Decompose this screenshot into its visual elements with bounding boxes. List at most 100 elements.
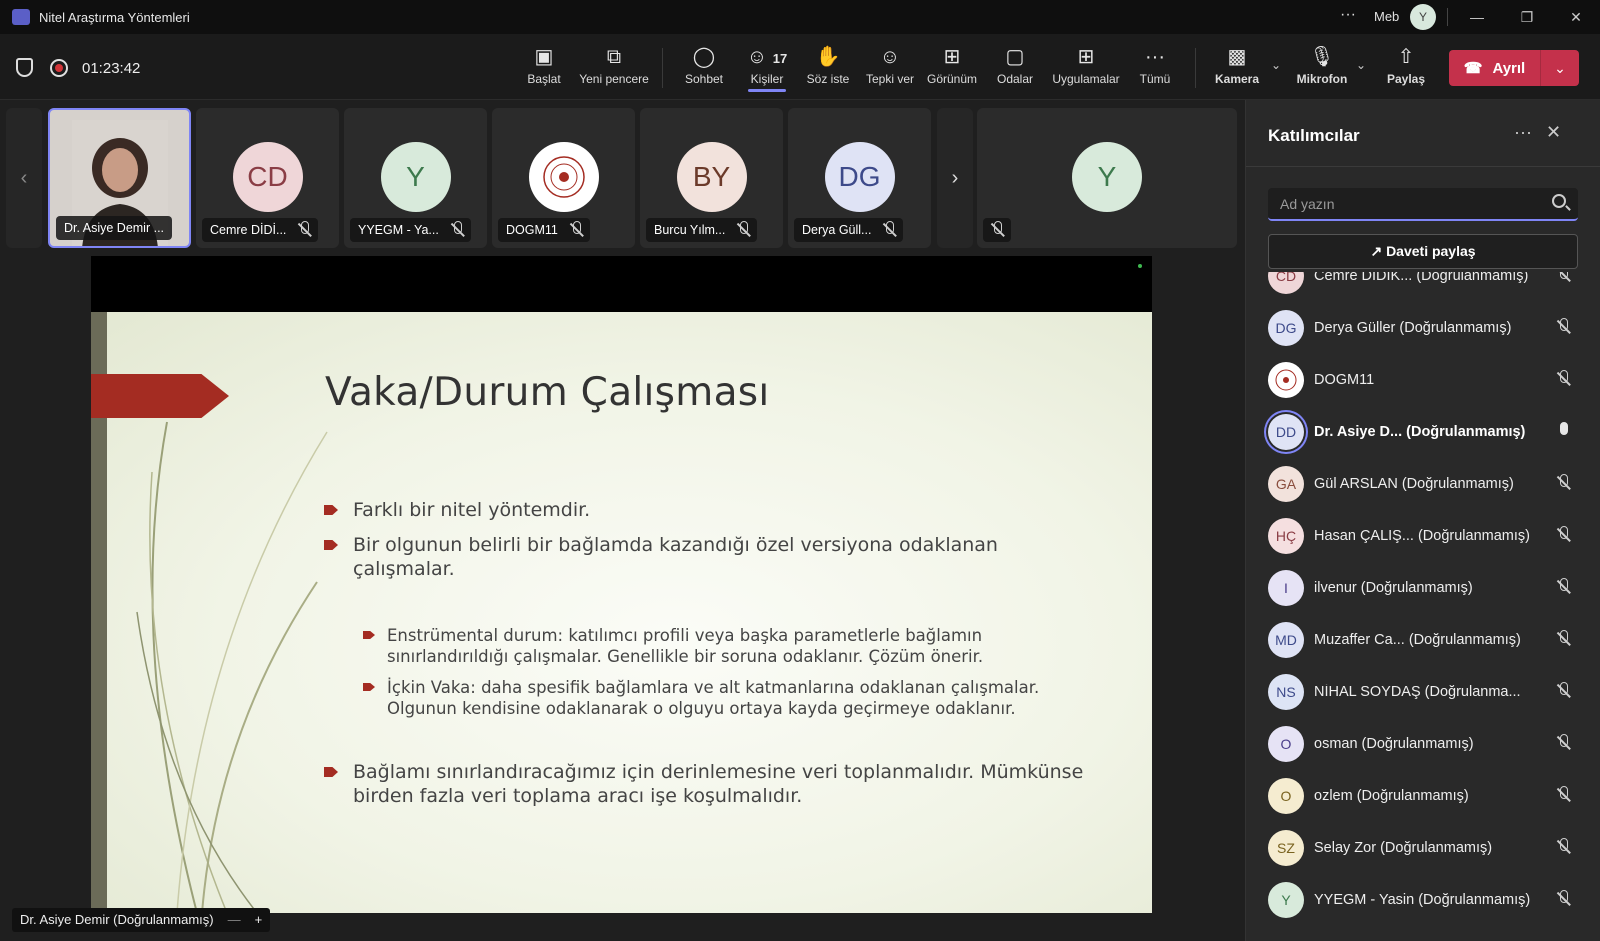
panel-more-icon[interactable]: ···: [1514, 122, 1532, 143]
apps-icon: ⊞: [1077, 46, 1095, 68]
apps-button[interactable]: ⊞ Uygulamalar: [1050, 44, 1122, 94]
raise-hand-button[interactable]: ✋ Söz iste: [805, 44, 851, 94]
list-item[interactable]: MD Muzaffer Ca... (Doğrulanmamış): [1268, 614, 1578, 666]
org-name[interactable]: Meb: [1374, 9, 1399, 24]
avatar: Y: [1072, 142, 1142, 212]
security-shield-icon[interactable]: [16, 58, 33, 77]
video-tile[interactable]: DOGM11: [492, 108, 635, 248]
list-item[interactable]: O ozlem (Doğrulanmamış): [1268, 770, 1578, 822]
avatar: DG: [824, 142, 895, 212]
people-icon: ☺: [746, 46, 768, 68]
mic-off-icon: [1557, 317, 1569, 336]
participant-name: Derya Güller (Doğrulanmamış): [1314, 320, 1512, 336]
list-item[interactable]: Y YYEGM - Yasin (Doğrulanmamış): [1268, 874, 1578, 926]
presenter-name: Dr. Asiye Demir (Doğrulanmamış): [20, 912, 214, 927]
participants-panel: Katılımcılar ··· ✕ ↗ Daveti paylaş CD Ce…: [1245, 100, 1600, 941]
mic-off-icon: [1557, 681, 1569, 700]
camera-button[interactable]: ▩ Kamera: [1213, 44, 1261, 94]
list-item[interactable]: I ilvenur (Doğrulanmamış): [1268, 562, 1578, 614]
video-tile[interactable]: BY Burcu Yılm...: [640, 108, 783, 248]
slide-sub-bullet: Enstrümental durum: katılımcı profili ve…: [387, 625, 1107, 667]
mic-options-chevron-icon[interactable]: ⌄: [1356, 58, 1366, 72]
mic-off-icon: [991, 221, 1003, 239]
mic-off-icon: [737, 221, 749, 239]
avatar: CD: [232, 142, 303, 212]
list-item[interactable]: SZ Selay Zor (Doğrulanmamış): [1268, 822, 1578, 874]
react-button[interactable]: ☺ Tepki ver: [864, 44, 916, 94]
gallery-prev-chevron-icon[interactable]: ‹: [6, 108, 42, 248]
gallery-next-chevron-icon[interactable]: ›: [937, 108, 973, 248]
share-icon: ⇧: [1397, 46, 1415, 68]
mic-off-icon: [883, 221, 895, 239]
window-title: Nitel Araştırma Yöntemleri: [39, 10, 190, 25]
minimize-icon[interactable]: —: [1466, 6, 1488, 28]
video-tile[interactable]: Y: [977, 108, 1237, 248]
participant-name: DOGM11: [1314, 372, 1375, 388]
people-button[interactable]: ☺ 17 Kişiler: [744, 44, 790, 94]
list-item-active-speaker[interactable]: DD Dr. Asiye D... (Doğrulanmamış): [1268, 406, 1578, 458]
new-window-button[interactable]: ⧉ Yeni pencere: [578, 44, 650, 94]
avatar: O: [1268, 726, 1304, 762]
rooms-button[interactable]: ▢ Odalar: [993, 44, 1037, 94]
mic-off-icon: [1557, 733, 1569, 752]
slide-bullet: Bağlamı sınırlandıracağımız için derinle…: [353, 760, 1113, 808]
list-item[interactable]: DOGM11: [1268, 354, 1578, 406]
share-invite-button[interactable]: ↗ Daveti paylaş: [1268, 234, 1578, 269]
meb-logo-avatar: [1268, 362, 1304, 398]
video-tile[interactable]: DG Derya Güll...: [788, 108, 931, 248]
leave-button-group: ☎ Ayrıl ⌄: [1449, 50, 1579, 86]
presentation-slide: Vaka/Durum Çalışması Farklı bir nitel yö…: [91, 312, 1152, 913]
slide-bullet: Bir olgunun belirli bir bağlamda kazandı…: [353, 533, 1073, 581]
search-icon[interactable]: [1552, 194, 1566, 208]
list-item[interactable]: O osman (Doğrulanmamış): [1268, 718, 1578, 770]
avatar: MD: [1268, 622, 1304, 658]
zoom-out-button[interactable]: —: [228, 908, 241, 932]
shared-content[interactable]: Vaka/Durum Çalışması Farklı bir nitel yö…: [91, 256, 1152, 913]
meb-seal-icon: [1275, 369, 1297, 391]
live-indicator: [1138, 264, 1142, 268]
video-tile-self[interactable]: Dr. Asiye Demir ...: [48, 108, 191, 248]
list-item[interactable]: GA Gül ARSLAN (Doğrulanmamış): [1268, 458, 1578, 510]
search-input[interactable]: [1280, 194, 1530, 214]
list-item[interactable]: CD Cemre DİDİK... (Doğrulanmamış): [1268, 272, 1578, 302]
mic-off-icon: [1557, 837, 1569, 856]
mic-off-icon: [1557, 629, 1569, 648]
zoom-in-button[interactable]: +: [255, 908, 263, 932]
avatar: SZ: [1268, 830, 1304, 866]
mic-off-icon: 🎙: [1309, 46, 1335, 68]
video-tile[interactable]: CD Cemre DİDİ...: [196, 108, 339, 248]
share-icon: ↗: [1370, 243, 1383, 259]
leave-options-chevron-icon[interactable]: ⌄: [1541, 50, 1579, 86]
account-avatar[interactable]: Y: [1410, 4, 1436, 30]
view-button[interactable]: ⊞ Görünüm: [925, 44, 979, 94]
slide-bullet: Farklı bir nitel yöntemdir.: [353, 498, 1073, 522]
close-window-icon[interactable]: ✕: [1565, 6, 1587, 28]
list-item[interactable]: DG Derya Güller (Doğrulanmamış): [1268, 302, 1578, 354]
mic-button[interactable]: 🎙 Mikrofon: [1294, 44, 1350, 94]
chat-button[interactable]: ◯ Sohbet: [681, 44, 727, 94]
share-button[interactable]: ⇧ Paylaş: [1386, 44, 1426, 94]
list-item[interactable]: NS NİHAL SOYDAŞ (Doğrulanma...: [1268, 666, 1578, 718]
list-item[interactable]: HÇ Hasan ÇALIŞ... (Doğrulanmamış): [1268, 510, 1578, 562]
more-button[interactable]: ··· Tümü: [1137, 44, 1173, 94]
panel-close-icon[interactable]: ✕: [1546, 122, 1561, 143]
mic-off-icon: [1557, 473, 1569, 492]
title-bar: Nitel Araştırma Yöntemleri ··· Meb Y — ❐…: [0, 0, 1600, 34]
start-present-button[interactable]: ▣ Başlat: [522, 44, 566, 94]
chat-icon: ◯: [692, 46, 716, 68]
participant-name: Muzaffer Ca... (Doğrulanmamış): [1314, 632, 1521, 648]
mic-off-icon: [298, 221, 310, 239]
video-tile[interactable]: Y YYEGM - Ya...: [344, 108, 487, 248]
participant-name: Selay Zor (Doğrulanmamış): [1314, 840, 1493, 856]
participant-name: Hasan ÇALIŞ... (Doğrulanmamış): [1314, 528, 1530, 544]
more-options-icon[interactable]: ···: [1340, 6, 1356, 24]
restore-icon[interactable]: ❐: [1516, 6, 1538, 28]
mic-off-icon: [1557, 272, 1569, 284]
participant-name: Dr. Asiye D... (Doğrulanmamış): [1314, 424, 1526, 440]
camera-options-chevron-icon[interactable]: ⌄: [1271, 58, 1281, 72]
avatar: HÇ: [1268, 518, 1304, 554]
participant-list: CD Cemre DİDİK... (Doğrulanmamış) DG Der…: [1246, 272, 1600, 941]
avatar: BY: [676, 142, 747, 212]
leave-button[interactable]: ☎ Ayrıl: [1449, 50, 1541, 86]
view-icon: ⊞: [943, 46, 961, 68]
